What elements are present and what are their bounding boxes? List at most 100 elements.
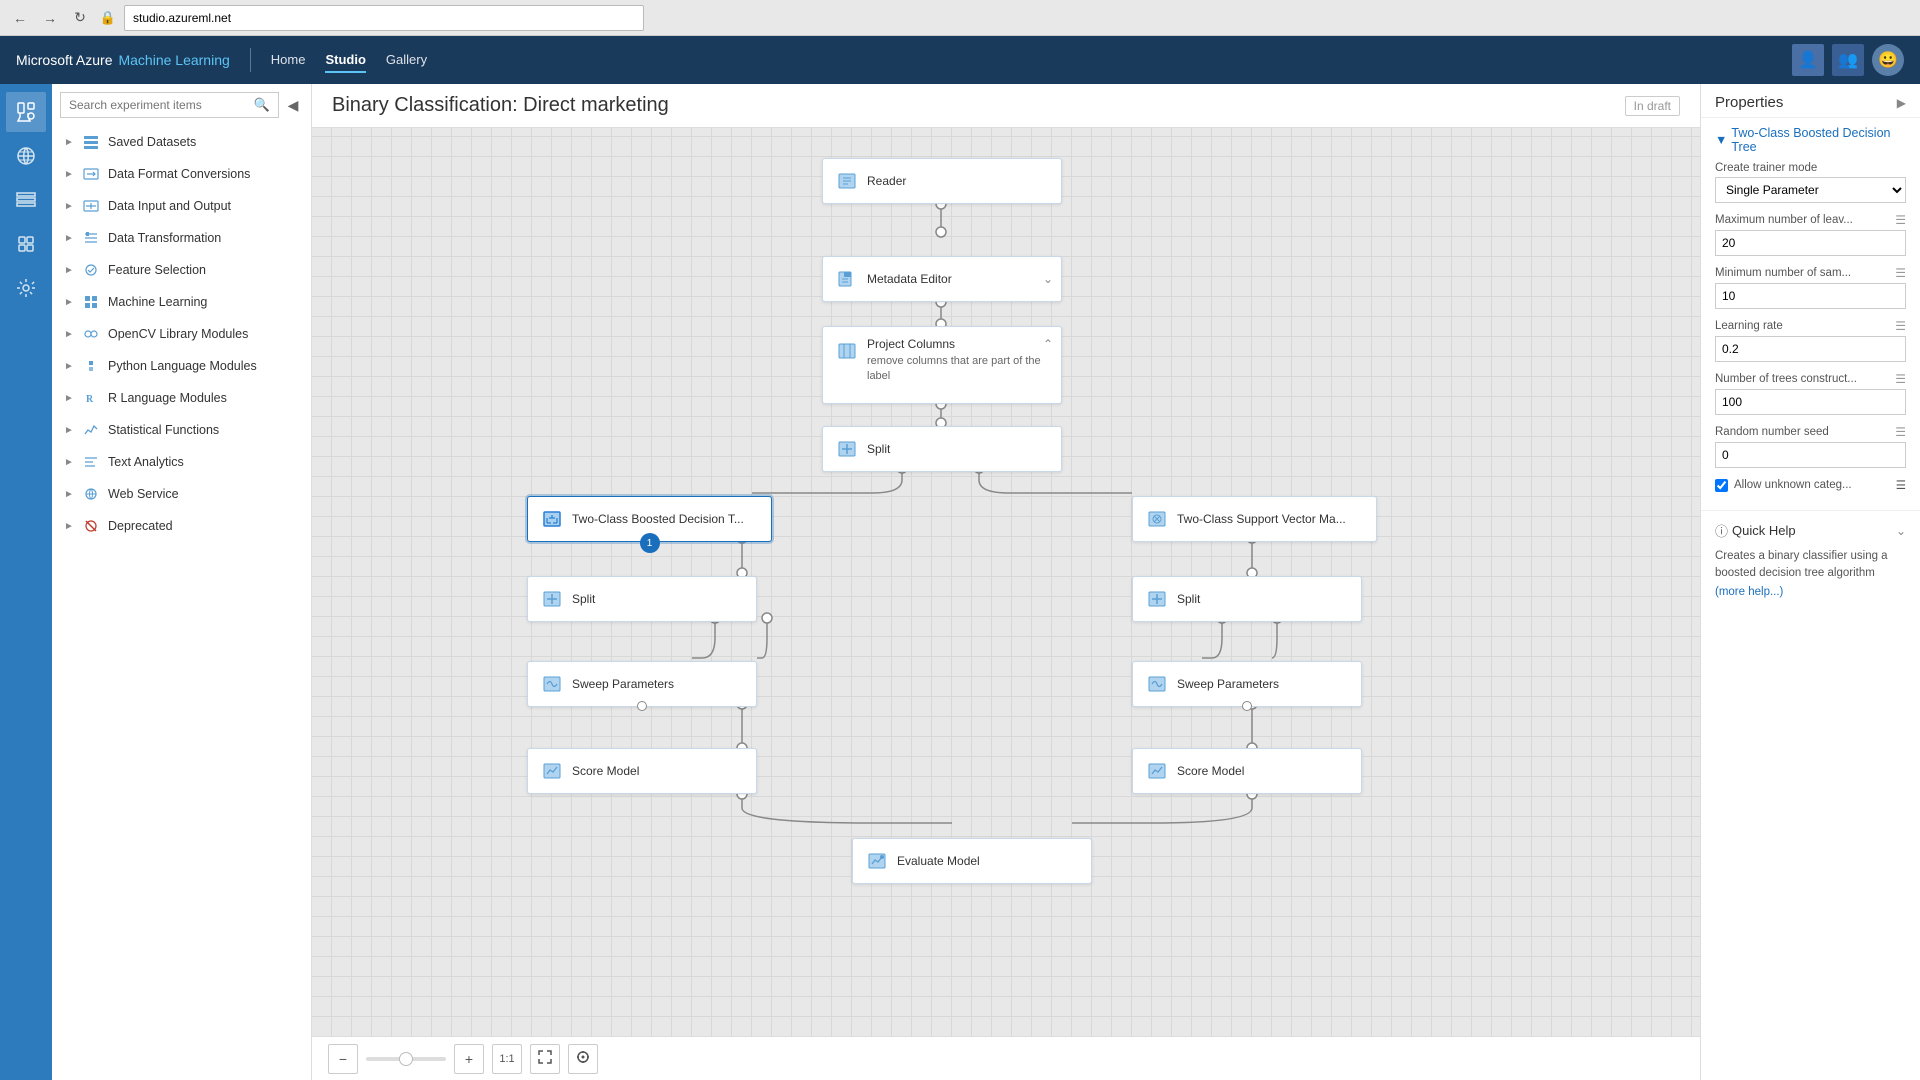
allow-unknown-checkbox[interactable]: [1715, 479, 1728, 492]
metadata-expand[interactable]: ⌄: [1043, 272, 1053, 286]
sidebar-item-r-lang[interactable]: ► R R Language Modules: [52, 382, 311, 414]
svm-icon: [1145, 507, 1169, 531]
deprecated-icon: [82, 517, 100, 535]
node-reader[interactable]: Reader: [822, 158, 1062, 204]
panel-nav: ► Saved Datasets ►: [52, 126, 311, 1080]
sidebar-label-data-input: Data Input and Output: [108, 199, 299, 213]
refresh-button[interactable]: ↻: [68, 6, 92, 30]
machine-learning-icon: [82, 293, 100, 311]
prop-group-trainer-mode: Create trainer mode Single Parameter Par…: [1715, 162, 1906, 203]
sidebar-item-web-service[interactable]: ► Web Service: [52, 478, 311, 510]
port-sweep-left: [637, 701, 647, 711]
node-score-right[interactable]: Score Model: [1132, 748, 1362, 794]
quick-help-header[interactable]: ⓘ Quick Help ⌄: [1715, 521, 1906, 540]
zoom-reset-button[interactable]: 1:1: [492, 1044, 522, 1074]
sidebar-item-deprecated[interactable]: ► Deprecated: [52, 510, 311, 542]
random-seed-input[interactable]: [1715, 442, 1906, 468]
back-button[interactable]: ←: [8, 6, 32, 30]
properties-section: ▼ Two-Class Boosted Decision Tree Create…: [1701, 118, 1920, 510]
quick-help-link[interactable]: (more help...): [1715, 586, 1783, 598]
sidebar-item-data-format[interactable]: ► Data Format Conversions: [52, 158, 311, 190]
fit-button[interactable]: [530, 1044, 560, 1074]
sidebar-item-feature-selection[interactable]: ► Feature Selection: [52, 254, 311, 286]
min-samples-input[interactable]: [1715, 283, 1906, 309]
user-avatar-2[interactable]: 👥: [1832, 44, 1864, 76]
learning-rate-input[interactable]: [1715, 336, 1906, 362]
node-evaluate[interactable]: Evaluate Model: [852, 838, 1092, 884]
sidebar-label-r-lang: R Language Modules: [108, 391, 299, 405]
node-project-columns[interactable]: Project Columns remove columns that are …: [822, 326, 1062, 404]
settings-icon-num-trees[interactable]: ☰: [1895, 372, 1906, 386]
address-bar[interactable]: [124, 5, 644, 31]
sidebar-icon-datasets[interactable]: [6, 180, 46, 220]
node-split-center[interactable]: Split: [822, 426, 1062, 472]
center-button[interactable]: [568, 1044, 598, 1074]
search-wrap[interactable]: 🔍: [60, 92, 279, 118]
node-evaluate-label: Evaluate Model: [897, 854, 1079, 868]
sidebar-item-statistical[interactable]: ► Statistical Functions: [52, 414, 311, 446]
prop-group-random-seed: Random number seed ☰: [1715, 425, 1906, 468]
properties-collapse-button[interactable]: ▶: [1897, 96, 1906, 110]
node-sweep-right[interactable]: Sweep Parameters: [1132, 661, 1362, 707]
num-trees-input[interactable]: [1715, 389, 1906, 415]
node-svm[interactable]: Two-Class Support Vector Ma...: [1132, 496, 1377, 542]
search-input[interactable]: [69, 98, 250, 112]
node-boosted-tree[interactable]: Two-Class Boosted Decision T... 1: [527, 496, 772, 542]
nav-home[interactable]: Home: [271, 48, 306, 73]
arrow-icon: ►: [64, 393, 74, 404]
zoom-slider[interactable]: [366, 1057, 446, 1061]
text-analytics-icon: [82, 453, 100, 471]
user-avatar-1[interactable]: 👤: [1792, 44, 1824, 76]
quick-help-section: ⓘ Quick Help ⌄ Creates a binary classifi…: [1701, 510, 1920, 608]
arrow-icon: ►: [64, 169, 74, 180]
node-reader-label: Reader: [867, 174, 1049, 188]
settings-icon-random-seed[interactable]: ☰: [1895, 425, 1906, 439]
section-title[interactable]: ▼ Two-Class Boosted Decision Tree: [1715, 126, 1906, 154]
collapse-button[interactable]: ◀: [283, 95, 303, 115]
sidebar-item-opencv[interactable]: ► OpenCV Library Modules: [52, 318, 311, 350]
forward-button[interactable]: →: [38, 6, 62, 30]
svg-text:R: R: [86, 394, 94, 405]
user-avatar-3[interactable]: 😀: [1872, 44, 1904, 76]
trainer-mode-select[interactable]: Single Parameter Parameter Range: [1715, 177, 1906, 203]
sidebar-item-data-input[interactable]: ► Data Input and Output: [52, 190, 311, 222]
nav-studio[interactable]: Studio: [325, 48, 365, 73]
datasets-icon: [82, 133, 100, 151]
diagram-canvas[interactable]: Reader Metadata Editor ⌄: [312, 128, 1700, 1036]
left-panel: 🔍 ◀ ► Saved Datasets ►: [52, 84, 312, 1080]
zoom-out-button[interactable]: −: [328, 1044, 358, 1074]
arrow-icon: ►: [64, 137, 74, 148]
search-icon: 🔍: [254, 97, 270, 113]
node-split-left[interactable]: Split: [527, 576, 757, 622]
zoom-handle[interactable]: [399, 1052, 413, 1066]
settings-icon-min-samples[interactable]: ☰: [1895, 266, 1906, 280]
zoom-in-icon: +: [465, 1051, 473, 1067]
node-split-right[interactable]: Split: [1132, 576, 1362, 622]
settings-icon-max-leaves[interactable]: ☰: [1895, 213, 1906, 227]
nav-gallery[interactable]: Gallery: [386, 48, 427, 73]
sidebar-item-python[interactable]: ► Python Language Modules: [52, 350, 311, 382]
project-columns-collapse[interactable]: ⌃: [1043, 337, 1053, 351]
sidebar-icon-settings[interactable]: [6, 268, 46, 308]
sidebar-item-text-analytics[interactable]: ► Text Analytics: [52, 446, 311, 478]
node-metadata[interactable]: Metadata Editor ⌄: [822, 256, 1062, 302]
sidebar-icon-models[interactable]: [6, 224, 46, 264]
draft-badge: In draft: [1625, 96, 1680, 116]
settings-icon-learning-rate[interactable]: ☰: [1895, 319, 1906, 333]
split-left-icon: [540, 587, 564, 611]
sidebar-icon-globe[interactable]: [6, 136, 46, 176]
zoom-in-button[interactable]: +: [454, 1044, 484, 1074]
canvas-toolbar: − + 1:1: [312, 1036, 1700, 1080]
node-score-left[interactable]: Score Model: [527, 748, 757, 794]
sidebar-item-data-transform[interactable]: ► Data Transformation: [52, 222, 311, 254]
sidebar-item-machine-learning[interactable]: ► Machine Learning: [52, 286, 311, 318]
sidebar-icon-experiments[interactable]: [6, 92, 46, 132]
quick-help-expand-icon[interactable]: ⌄: [1896, 524, 1906, 538]
node-sweep-left[interactable]: Sweep Parameters: [527, 661, 757, 707]
settings-icon-allow-unknown[interactable]: ☰: [1896, 478, 1906, 492]
node-split-right-label: Split: [1177, 592, 1349, 606]
prop-label-random-seed: Random number seed ☰: [1715, 425, 1906, 439]
sidebar-item-saved-datasets[interactable]: ► Saved Datasets: [52, 126, 311, 158]
max-leaves-input[interactable]: [1715, 230, 1906, 256]
node-boosted-tree-label: Two-Class Boosted Decision T...: [572, 512, 759, 526]
